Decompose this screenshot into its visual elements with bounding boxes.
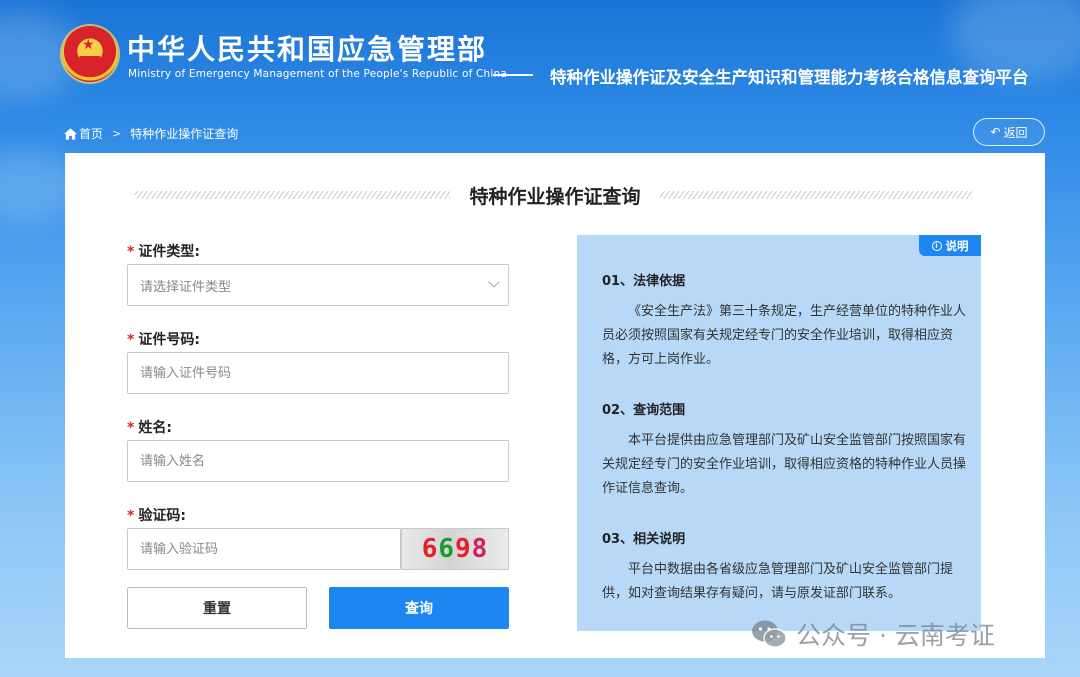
reset-button-label: 重置 (203, 601, 231, 617)
info-section-body: 本平台提供由应急管理部门及矿山安全监管部门按照国家有关规定经专门的安全作业培训，… (602, 433, 967, 496)
info-section-title: 03、相关说明 (602, 532, 686, 547)
heading-decoration-left (135, 191, 450, 199)
required-mark: * (127, 332, 135, 348)
watermark-text: 公众号 · 云南考证 (796, 621, 995, 650)
wechat-watermark: 公众号 · 云南考证 (751, 616, 995, 652)
name-input[interactable] (127, 440, 509, 482)
captcha-label: * 验证码: (127, 505, 186, 525)
captcha-input[interactable] (127, 528, 401, 570)
national-emblem-logo: ★ (62, 26, 118, 82)
info-section-body: 《安全生产法》第三十条规定，生产经营单位的特种作业人员必须按照国家有关规定经专门… (602, 304, 967, 367)
heading-decoration-right (660, 191, 972, 199)
cert-type-select[interactable]: 请选择证件类型 (127, 264, 509, 306)
info-section-title: 02、查询范围 (602, 403, 686, 418)
home-icon (64, 127, 77, 140)
info-section-body: 平台中数据由各省级应急管理部门及矿山安全监管部门提供，如对查询结果存有疑问，请与… (602, 562, 954, 601)
query-button-label: 查询 (405, 601, 433, 617)
name-label-text: 姓名: (138, 420, 172, 436)
ministry-cn-title: 中华人民共和国应急管理部 (127, 33, 488, 66)
back-button-label: 返回 (1003, 125, 1028, 140)
query-card: 特种作业操作证查询 *证件类型: 请选择证件类型 *证件号码: *姓名: *验证… (65, 153, 1045, 658)
return-arrow-icon: ↶ (990, 125, 1001, 139)
back-button[interactable]: ↶ 返回 (973, 118, 1045, 146)
captcha-char: 6 (421, 534, 439, 564)
required-mark: * (127, 244, 135, 260)
info-icon: i (931, 240, 942, 251)
required-mark: * (127, 508, 135, 524)
breadcrumb: 首页 > 特种作业操作证查询 (64, 125, 238, 142)
header-divider (493, 74, 533, 76)
site-header: ★ 中华人民共和国应急管理部 Ministry of Emergency Man… (0, 0, 1080, 105)
info-section-title: 01、法律依据 (602, 274, 686, 289)
captcha-image[interactable]: 6 6 9 8 (401, 528, 509, 570)
captcha-char: 8 (471, 534, 489, 564)
info-panel: i 说明 01、法律依据 《安全生产法》第三十条规定，生产经营单位的特种作业人员… (577, 235, 981, 631)
cert-type-label: * 证件类型: (127, 241, 200, 261)
chevron-right-icon: > (112, 127, 122, 140)
breadcrumb-current: 特种作业操作证查询 (130, 127, 239, 141)
cert-number-input[interactable] (127, 352, 509, 394)
captcha-label-text: 验证码: (138, 508, 186, 524)
cert-number-label-text: 证件号码: (138, 332, 200, 348)
platform-title: 特种作业操作证及安全生产知识和管理能力考核合格信息查询平台 (550, 68, 1029, 87)
name-label: * 姓名: (127, 417, 172, 437)
query-button[interactable]: 查询 (329, 587, 509, 629)
cert-type-placeholder: 请选择证件类型 (140, 279, 232, 295)
breadcrumb-home-link[interactable]: 首页 (79, 125, 103, 142)
info-badge: i 说明 (919, 235, 981, 256)
wechat-icon (752, 620, 787, 648)
required-mark: * (127, 420, 135, 436)
info-badge-label: 说明 (945, 238, 969, 253)
chevron-down-icon (488, 276, 500, 288)
reset-button[interactable]: 重置 (127, 587, 307, 629)
cert-type-label-text: 证件类型: (138, 244, 200, 260)
ministry-en-title: Ministry of Emergency Management of the … (128, 68, 507, 80)
card-title: 特种作业操作证查询 (469, 186, 641, 208)
captcha-char: 6 (438, 534, 455, 564)
cert-number-label: * 证件号码: (127, 329, 200, 349)
card-heading: 特种作业操作证查询 (65, 183, 1045, 208)
captcha-char: 9 (455, 534, 472, 564)
